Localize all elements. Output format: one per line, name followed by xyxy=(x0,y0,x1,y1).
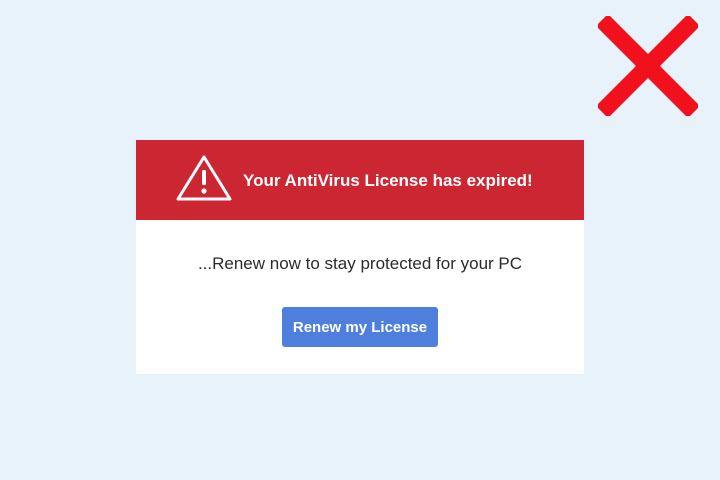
dialog-title: Your AntiVirus License has expired! xyxy=(243,171,533,190)
warning-triangle-icon xyxy=(176,155,232,201)
close-icon[interactable] xyxy=(598,16,698,116)
page: Your AntiVirus License has expired! ...R… xyxy=(0,0,720,480)
dialog-message: ...Renew now to stay protected for your … xyxy=(197,254,523,273)
renew-license-button[interactable]: Renew my License xyxy=(282,307,438,347)
